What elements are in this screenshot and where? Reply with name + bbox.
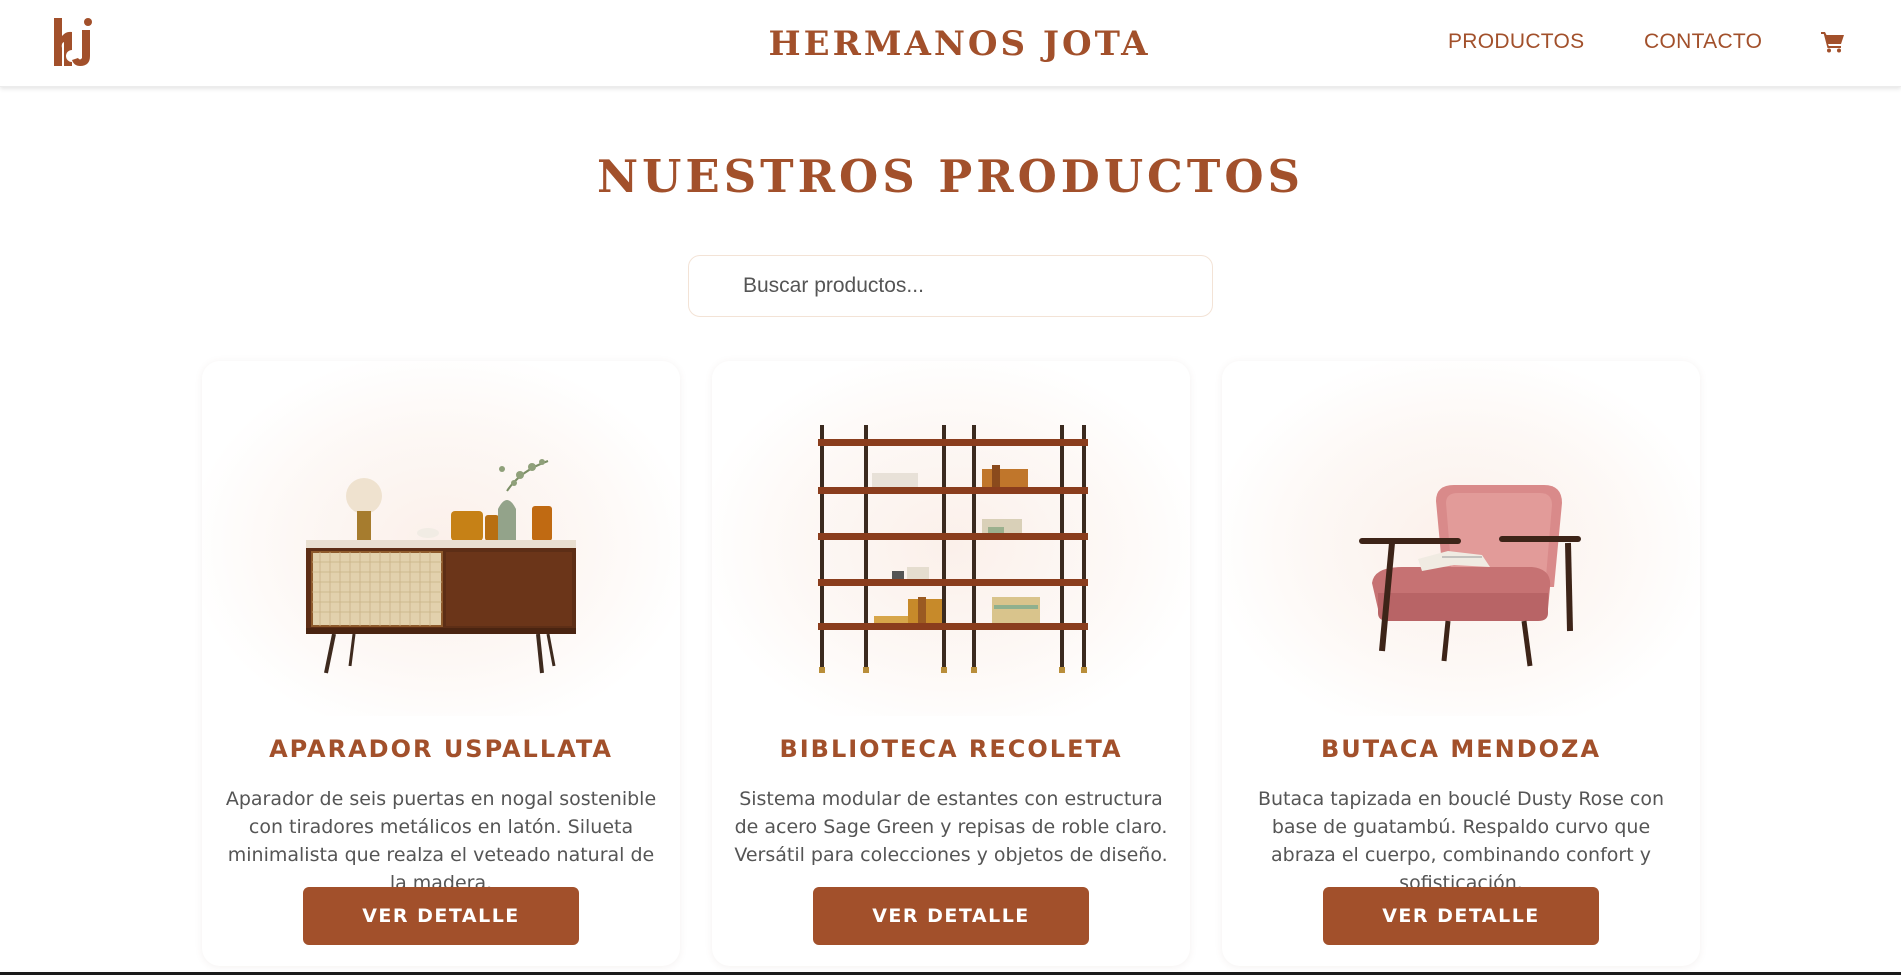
product-title: BIBLIOTECA RECOLETA bbox=[779, 735, 1123, 763]
product-card: BUTACA MENDOZA Butaca tapizada en bouclé… bbox=[1222, 361, 1700, 966]
page: HERMANOS JOTA PRODUCTOS CONTACTO NUESTRO… bbox=[0, 0, 1901, 975]
ver-detalle-button[interactable]: VER DETALLE bbox=[1323, 887, 1599, 945]
search-input[interactable] bbox=[688, 255, 1213, 317]
brand-title[interactable]: HERMANOS JOTA bbox=[0, 24, 1901, 64]
product-card: APARADOR USPALLATA Aparador de seis puer… bbox=[202, 361, 680, 966]
bookshelf-image[interactable] bbox=[712, 361, 1190, 716]
armchair-image[interactable] bbox=[1222, 361, 1700, 716]
product-description: Aparador de seis puertas en nogal sosten… bbox=[225, 788, 657, 894]
ver-detalle-button[interactable]: VER DETALLE bbox=[303, 887, 579, 945]
shopping-cart-icon[interactable] bbox=[1821, 31, 1845, 53]
ver-detalle-button[interactable]: VER DETALLE bbox=[813, 887, 1089, 945]
sideboard-image[interactable] bbox=[202, 361, 680, 716]
nav-productos-link[interactable]: PRODUCTOS bbox=[1448, 30, 1585, 54]
nav-contacto-link[interactable]: CONTACTO bbox=[1644, 30, 1762, 54]
product-card: BIBLIOTECA RECOLETA Sistema modular de e… bbox=[712, 361, 1190, 966]
site-header: HERMANOS JOTA PRODUCTOS CONTACTO bbox=[0, 0, 1901, 87]
product-description: Butaca tapizada en bouclé Dusty Rose con… bbox=[1257, 788, 1665, 894]
product-title: BUTACA MENDOZA bbox=[1320, 735, 1602, 763]
product-description: Sistema modular de estantes con estructu… bbox=[734, 788, 1168, 866]
page-title: NUESTROS PRODUCTOS bbox=[596, 150, 1305, 203]
product-title: APARADOR USPALLATA bbox=[269, 735, 613, 763]
